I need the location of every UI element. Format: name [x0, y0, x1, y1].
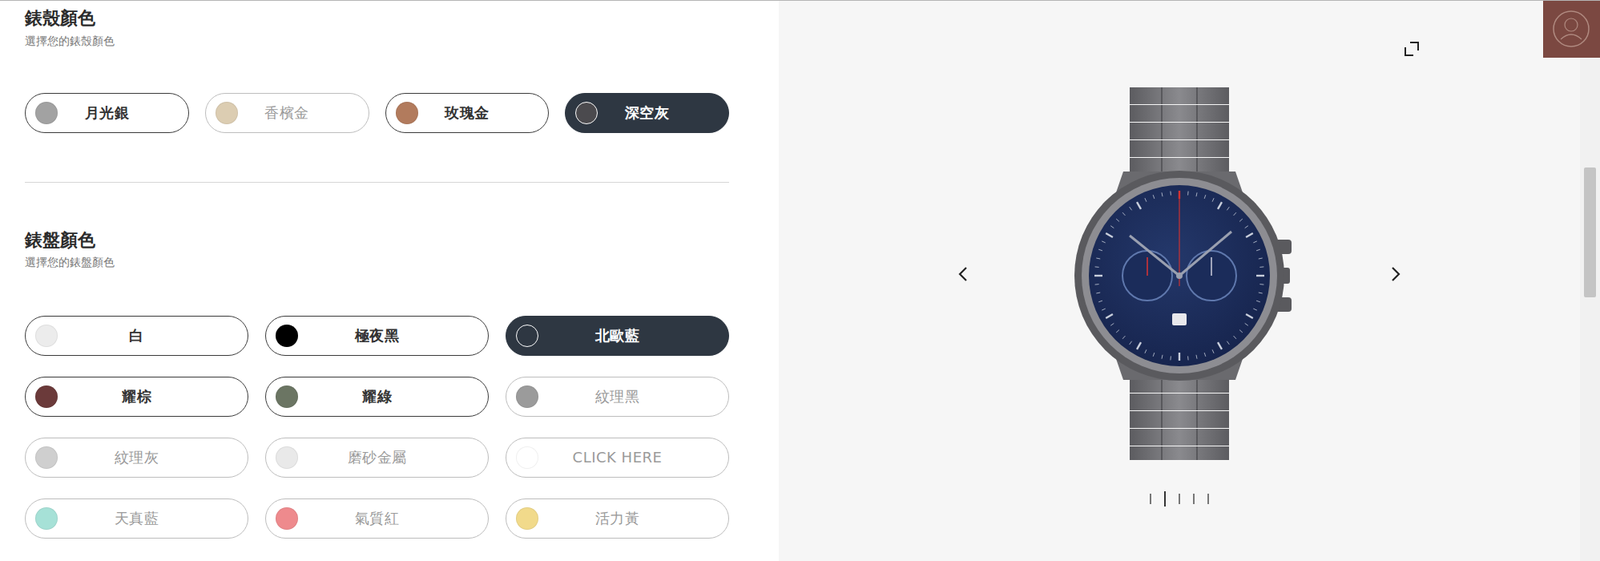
pagination-tick[interactable]	[1192, 493, 1195, 504]
dial-color-option: 紋理黑	[505, 376, 730, 417]
dial-color-option: 天真藍	[24, 498, 249, 539]
option-label: 月光銀	[57, 103, 157, 123]
case-color-option[interactable]: 玫瑰金	[385, 92, 550, 133]
color-swatch	[35, 324, 58, 347]
option-label: 深空灰	[597, 103, 697, 123]
option-label: 天真藍	[57, 508, 216, 528]
dial-color-option: CLICK HERE	[505, 437, 730, 478]
dial-color-option[interactable]: 極夜黑	[265, 315, 489, 356]
option-label: 玫瑰金	[418, 103, 517, 123]
option-label: 紋理黑	[538, 386, 697, 407]
gallery-stage	[778, 0, 1580, 561]
chevron-left-icon[interactable]	[955, 264, 972, 284]
scrollbar[interactable]	[1579, 0, 1600, 561]
case-color-option[interactable]: 深空灰	[564, 92, 730, 133]
scrollbar-thumb[interactable]	[1583, 167, 1596, 298]
option-label: 活力黃	[538, 508, 697, 528]
dial-color-option: 氣質紅	[265, 498, 489, 539]
color-swatch	[515, 385, 539, 408]
color-swatch	[515, 324, 539, 347]
pagination-tick[interactable]	[1178, 493, 1181, 504]
section-title: 錶殼顏色	[24, 7, 730, 31]
dial-color-option[interactable]: 白	[24, 315, 249, 356]
pagination-tick[interactable]	[1164, 491, 1166, 507]
color-swatch	[395, 101, 419, 125]
color-swatch	[275, 385, 299, 408]
dial-color-option[interactable]: 耀綠	[265, 376, 489, 417]
dial-color-option[interactable]: 耀棕	[24, 376, 249, 417]
product-gallery	[778, 0, 1600, 561]
case-color-option-list: 月光銀 香檳金 玫瑰金 深空灰	[24, 92, 730, 133]
color-swatch	[35, 446, 58, 469]
section-subtitle: 選擇您的錶盤顏色	[24, 254, 730, 270]
color-swatch	[515, 507, 539, 530]
option-label: 耀棕	[57, 386, 216, 407]
color-swatch	[515, 446, 539, 469]
option-label: CLICK HERE	[538, 448, 697, 466]
section-title: 錶盤顏色	[24, 229, 730, 253]
color-swatch	[275, 446, 299, 469]
section-divider	[24, 181, 730, 183]
options-panel: 錶殼顏色選擇您的錶殼顏色月光銀 香檳金 玫瑰金 深空灰錶盤顏色選擇您的錶盤顏色白 極夜黑…	[0, 0, 779, 561]
gallery-pagination	[1149, 490, 1210, 507]
dial-color-option: 紋理灰	[24, 437, 249, 478]
dial-color-option: 磨砂金屬	[265, 437, 489, 478]
watch-product-image	[1059, 87, 1300, 460]
color-swatch	[35, 385, 58, 408]
option-label: 氣質紅	[298, 508, 456, 528]
option-label: 耀綠	[298, 386, 456, 407]
dial-color-option[interactable]: 北歐藍	[505, 315, 730, 356]
gallery-row	[955, 87, 1404, 460]
color-swatch	[575, 101, 598, 125]
avatar[interactable]	[1543, 0, 1600, 58]
chevron-right-icon[interactable]	[1387, 264, 1404, 284]
option-label: 極夜黑	[298, 326, 456, 346]
dial-color-option-list: 白 極夜黑 北歐藍耀棕 耀綠 紋理黑紋理灰 磨砂金屬 CLICK HERE 天真藍 氣質紅 活力黃	[24, 315, 730, 539]
option-label: 香檳金	[237, 103, 337, 123]
case-color-option[interactable]: 月光銀	[24, 92, 190, 133]
color-swatch	[35, 101, 58, 125]
pagination-tick[interactable]	[1207, 493, 1210, 504]
expand-icon[interactable]	[1404, 41, 1419, 57]
case-color-option: 香檳金	[205, 92, 370, 133]
option-label: 北歐藍	[538, 326, 697, 346]
dial-color-option: 活力黃	[505, 498, 730, 539]
color-swatch	[215, 101, 238, 125]
option-label: 白	[57, 326, 216, 346]
pagination-tick[interactable]	[1149, 493, 1152, 504]
color-swatch	[275, 507, 299, 530]
color-swatch	[275, 324, 299, 347]
avatar-logo-icon	[1543, 0, 1600, 58]
option-label: 磨砂金屬	[298, 447, 456, 468]
color-swatch	[35, 507, 58, 530]
section-subtitle: 選擇您的錶殼顏色	[24, 33, 730, 49]
option-label: 紋理灰	[57, 447, 216, 468]
